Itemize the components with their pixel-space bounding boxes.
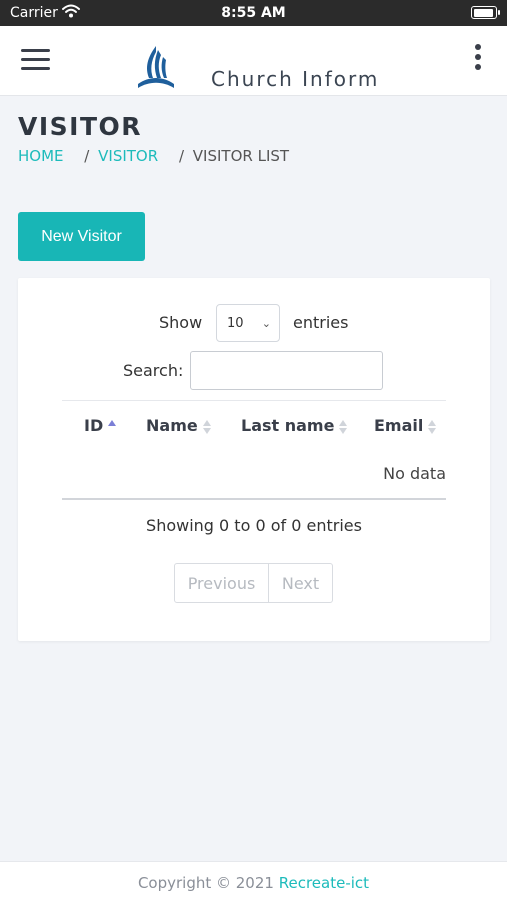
battery-icon: [471, 6, 500, 19]
breadcrumb-current: VISITOR LIST: [192, 147, 290, 165]
breadcrumb-separator: /: [178, 147, 185, 165]
column-header-email[interactable]: Email: [374, 416, 437, 435]
empty-table-message: No data: [383, 464, 446, 483]
kebab-icon[interactable]: [470, 44, 486, 74]
pagination: Previous Next: [174, 563, 333, 603]
search-label: Search:: [123, 361, 184, 380]
column-header-id[interactable]: ID: [84, 416, 117, 435]
top-navbar: Church Inform: [0, 26, 507, 96]
footer-link[interactable]: Recreate-ict: [279, 874, 369, 892]
breadcrumb: HOME / VISITOR / VISITOR LIST: [18, 147, 289, 165]
breadcrumb-home[interactable]: HOME: [18, 147, 64, 165]
page-size-value: 10: [227, 316, 244, 331]
column-label: Email: [374, 416, 424, 435]
sort-icon: [108, 419, 117, 435]
breadcrumb-separator: /: [84, 147, 90, 165]
column-header-last-name[interactable]: Last name: [241, 416, 348, 435]
table-info: Showing 0 to 0 of 0 entries: [146, 516, 362, 535]
sort-icon: [202, 419, 211, 435]
column-label: Name: [146, 416, 198, 435]
chevron-down-icon: ⌄: [261, 317, 271, 330]
entries-label: entries: [293, 313, 349, 332]
breadcrumb-visitor[interactable]: VISITOR: [98, 147, 158, 165]
footer: Copyright © 2021 Recreate-ict: [0, 861, 507, 900]
sort-icon: [428, 419, 437, 435]
battery-level: [473, 8, 493, 17]
column-label: ID: [84, 416, 104, 435]
copyright-text: Copyright © 2021: [137, 874, 274, 892]
visitor-table-card: Show 10 ⌄ entries Search: ID Name Last n…: [18, 278, 490, 641]
page-size-select[interactable]: 10 ⌄: [216, 304, 280, 342]
table-header: ID Name Last name Email: [62, 400, 446, 450]
search-row: Search:: [18, 351, 490, 390]
column-label: Last name: [241, 416, 335, 435]
church-flame-logo: [138, 46, 174, 88]
sort-icon: [339, 419, 348, 435]
search-input[interactable]: [190, 351, 383, 390]
app-brand: Church Inform: [211, 67, 380, 91]
page-size-row: Show 10 ⌄ entries: [18, 304, 490, 342]
show-label: Show: [159, 313, 203, 332]
clock: 8:55 AM: [221, 5, 286, 21]
status-bar: Carrier 8:55 AM: [0, 0, 507, 26]
previous-page-button[interactable]: Previous: [175, 564, 269, 602]
column-header-name[interactable]: Name: [146, 416, 211, 435]
next-page-button[interactable]: Next: [269, 564, 332, 602]
page-title: VISITOR: [18, 112, 143, 141]
new-visitor-button[interactable]: New Visitor: [18, 212, 145, 261]
hamburger-icon[interactable]: [21, 49, 50, 71]
table-divider: [62, 498, 446, 500]
